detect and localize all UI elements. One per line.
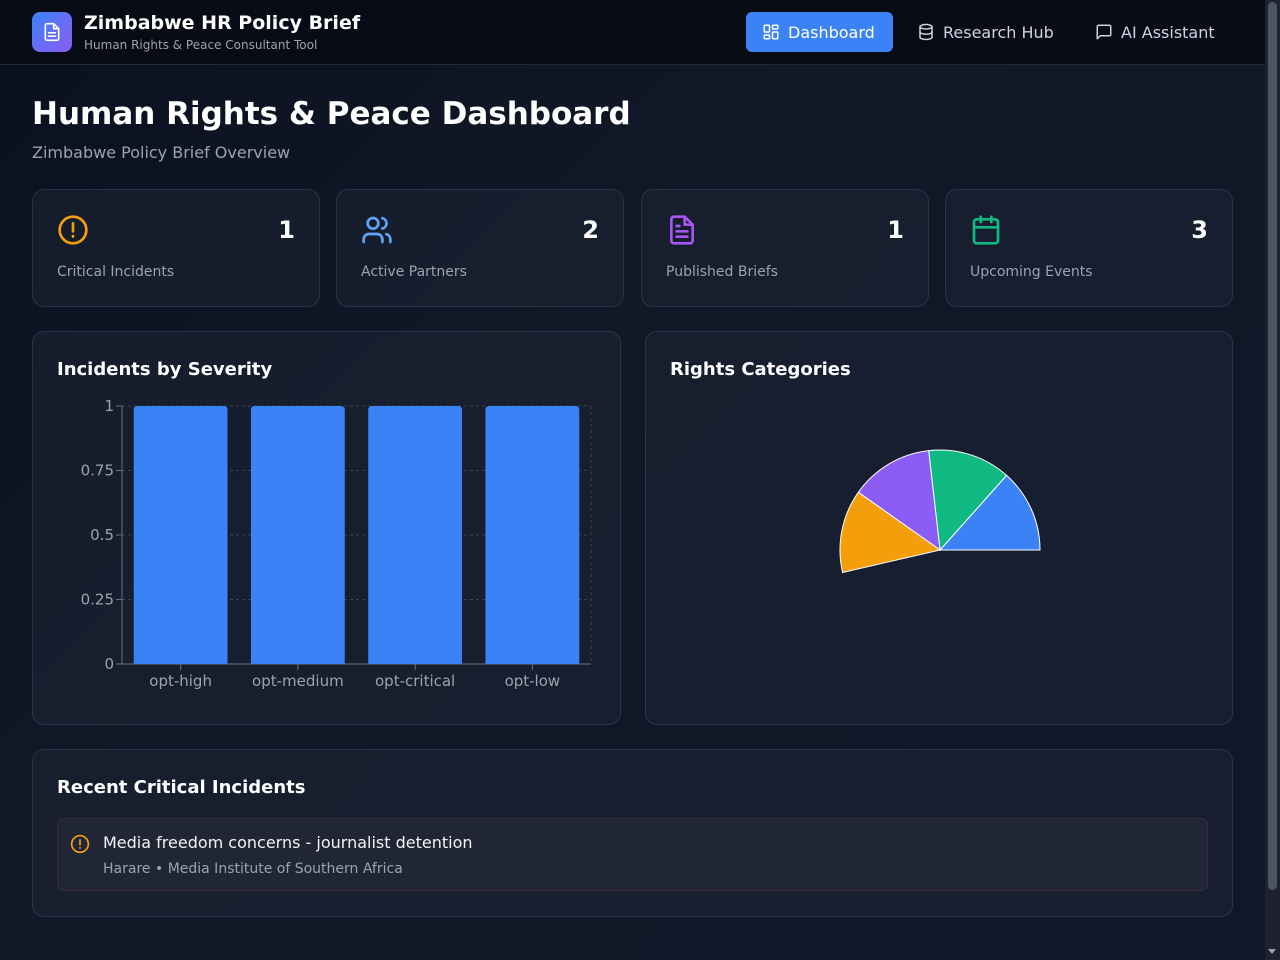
stat-value: 1 [887,216,904,244]
stat-card-upcoming-events: 3 Upcoming Events [945,189,1233,307]
rights-categories-panel: Rights Categories [645,331,1233,725]
page-scrollbar[interactable] [1265,0,1280,960]
app-subtitle: Human Rights & Peace Consultant Tool [84,38,318,52]
stat-value: 2 [582,216,599,244]
recent-incidents-title: Recent Critical Incidents [57,777,306,798]
app-logo [32,12,72,52]
document-icon [44,22,60,42]
nav-research-hub-label: Research Hub [943,22,1054,42]
bar-opt-critical[interactable] [368,406,463,664]
nav-ai-assistant-button[interactable]: AI Assistant [1079,12,1231,52]
x-tick-label: opt-medium [252,672,344,690]
nav-dashboard-label: Dashboard [788,22,875,42]
page-subtitle: Zimbabwe Policy Brief Overview [32,143,291,162]
scrollbar-thumb[interactable] [1268,2,1277,890]
incident-title: Media freedom concerns - journalist dete… [103,833,473,852]
nav-research-hub-button[interactable]: Research Hub [901,12,1070,52]
y-tick-label: 0.25 [81,591,114,609]
scroll-down-arrow-icon[interactable] [1268,949,1276,954]
calendar-icon [972,215,1000,245]
stat-label: Critical Incidents [57,264,175,280]
y-tick-label: 1 [104,397,114,415]
alert-circle-icon [70,834,90,854]
users-icon [362,216,392,244]
severity-bar-chart: 0 0.25 0.5 0.75 1 opt-high opt-medium opt-criti… [81,397,592,690]
chat-icon [1096,24,1112,40]
stat-value: 3 [1191,216,1208,244]
y-tick-label: 0 [104,655,114,673]
grid-icon [763,24,779,40]
bar-opt-low[interactable] [485,406,580,664]
recent-incidents-panel: Recent Critical Incidents Media freedom … [32,749,1233,917]
alert-circle-icon [58,215,88,245]
y-tick-label: 0.75 [81,462,114,480]
incident-list-item[interactable]: Media freedom concerns - journalist dete… [57,818,1208,891]
bar-opt-medium[interactable] [250,406,345,664]
database-icon [919,23,933,41]
stat-value: 1 [278,216,295,244]
rights-categories-pie-chart [839,449,1041,574]
stat-card-active-partners: 2 Active Partners [336,189,624,307]
y-tick-label: 0.5 [90,526,114,544]
file-text-icon [670,215,694,245]
incident-location: Harare [103,861,151,877]
stat-card-published-briefs: 1 Published Briefs [641,189,929,307]
incident-source: Media Institute of Southern Africa [167,861,403,877]
incident-meta: Harare • Media Institute of Southern Afr… [103,861,403,877]
stat-card-critical-incidents: 1 Critical Incidents [32,189,320,307]
incident-separator: • [154,861,164,877]
x-tick-label: opt-high [149,672,212,690]
x-tick-label: opt-low [505,672,561,690]
stat-label: Upcoming Events [970,264,1093,280]
top-navigation-bar: Zimbabwe HR Policy Brief Human Rights & … [0,0,1265,65]
stat-label: Published Briefs [666,264,778,280]
nav-ai-assistant-label: AI Assistant [1121,22,1215,42]
severity-chart-panel: Incidents by Severity 0 0.25 0.5 0.75 1 opt-h… [32,331,621,725]
page-title: Human Rights & Peace Dashboard [32,96,631,132]
bar-opt-high[interactable] [133,406,228,664]
nav-dashboard-button[interactable]: Dashboard [746,12,893,52]
app-title: Zimbabwe HR Policy Brief [84,12,361,34]
x-tick-label: opt-critical [375,672,455,690]
stat-label: Active Partners [361,264,467,280]
